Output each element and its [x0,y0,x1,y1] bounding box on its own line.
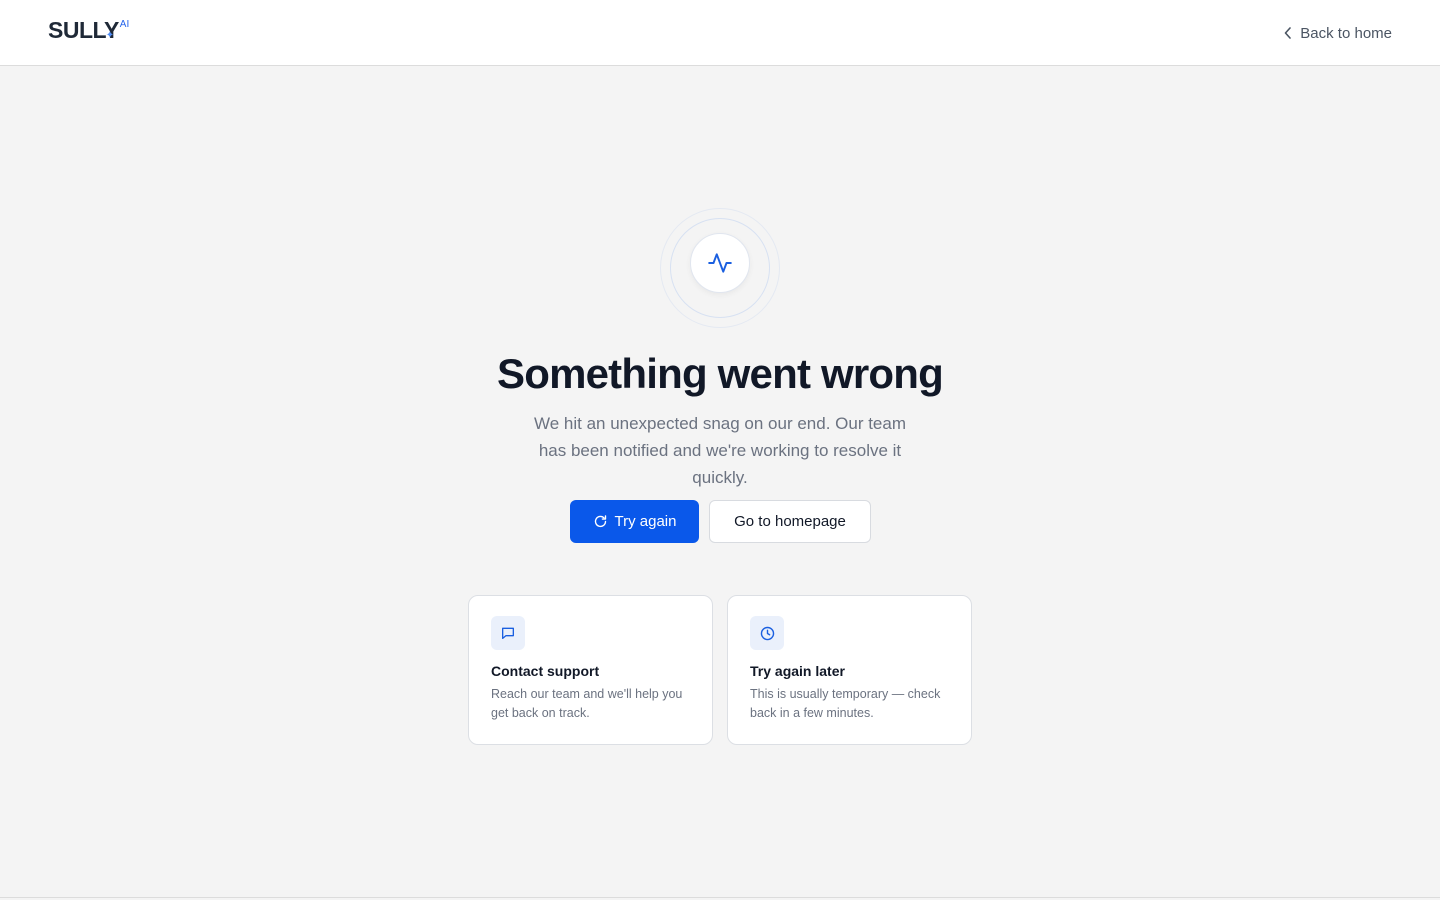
footer-divider [0,897,1440,898]
activity-icon [708,253,732,273]
message-square-icon [502,627,514,639]
chevron-left-icon [1284,27,1292,39]
back-to-home-label: Back to home [1300,24,1392,42]
card-description: Reach our team and we'll help you get ba… [491,687,683,720]
try-again-label: Try again [614,513,677,530]
try-again-button[interactable]: Try again [570,500,699,543]
error-subtitle: We hit an unexpected snag on our end. Ou… [533,414,907,487]
clock-icon [760,626,774,640]
contact-support-card[interactable]: Contact support Reach our team and we'll… [468,595,713,745]
error-title: Something went wrong [497,350,944,397]
card-title: Try again later [750,663,845,679]
card-icon-box [750,616,784,650]
icon-circle [690,233,750,293]
logo-ai-superscript: AI ✦ [105,19,130,41]
card-description: This is usually temporary — check back i… [750,687,941,720]
go-to-homepage-label: Go to homepage [734,513,846,530]
try-again-later-card[interactable]: Try again later This is usually temporar… [727,595,972,745]
refresh-icon [594,515,606,528]
top-header: SULLY AI ✦ Back to home [0,0,1440,66]
card-title: Contact support [491,663,600,679]
go-to-homepage-button[interactable]: Go to homepage [709,500,871,543]
sparkle-icon: ✦ [105,30,115,41]
hero-icon-badge [660,208,780,328]
card-icon-box [491,616,525,650]
back-to-home-link[interactable]: Back to home [1284,22,1392,44]
sully-ai-logo[interactable]: SULLY AI ✦ [48,17,129,43]
